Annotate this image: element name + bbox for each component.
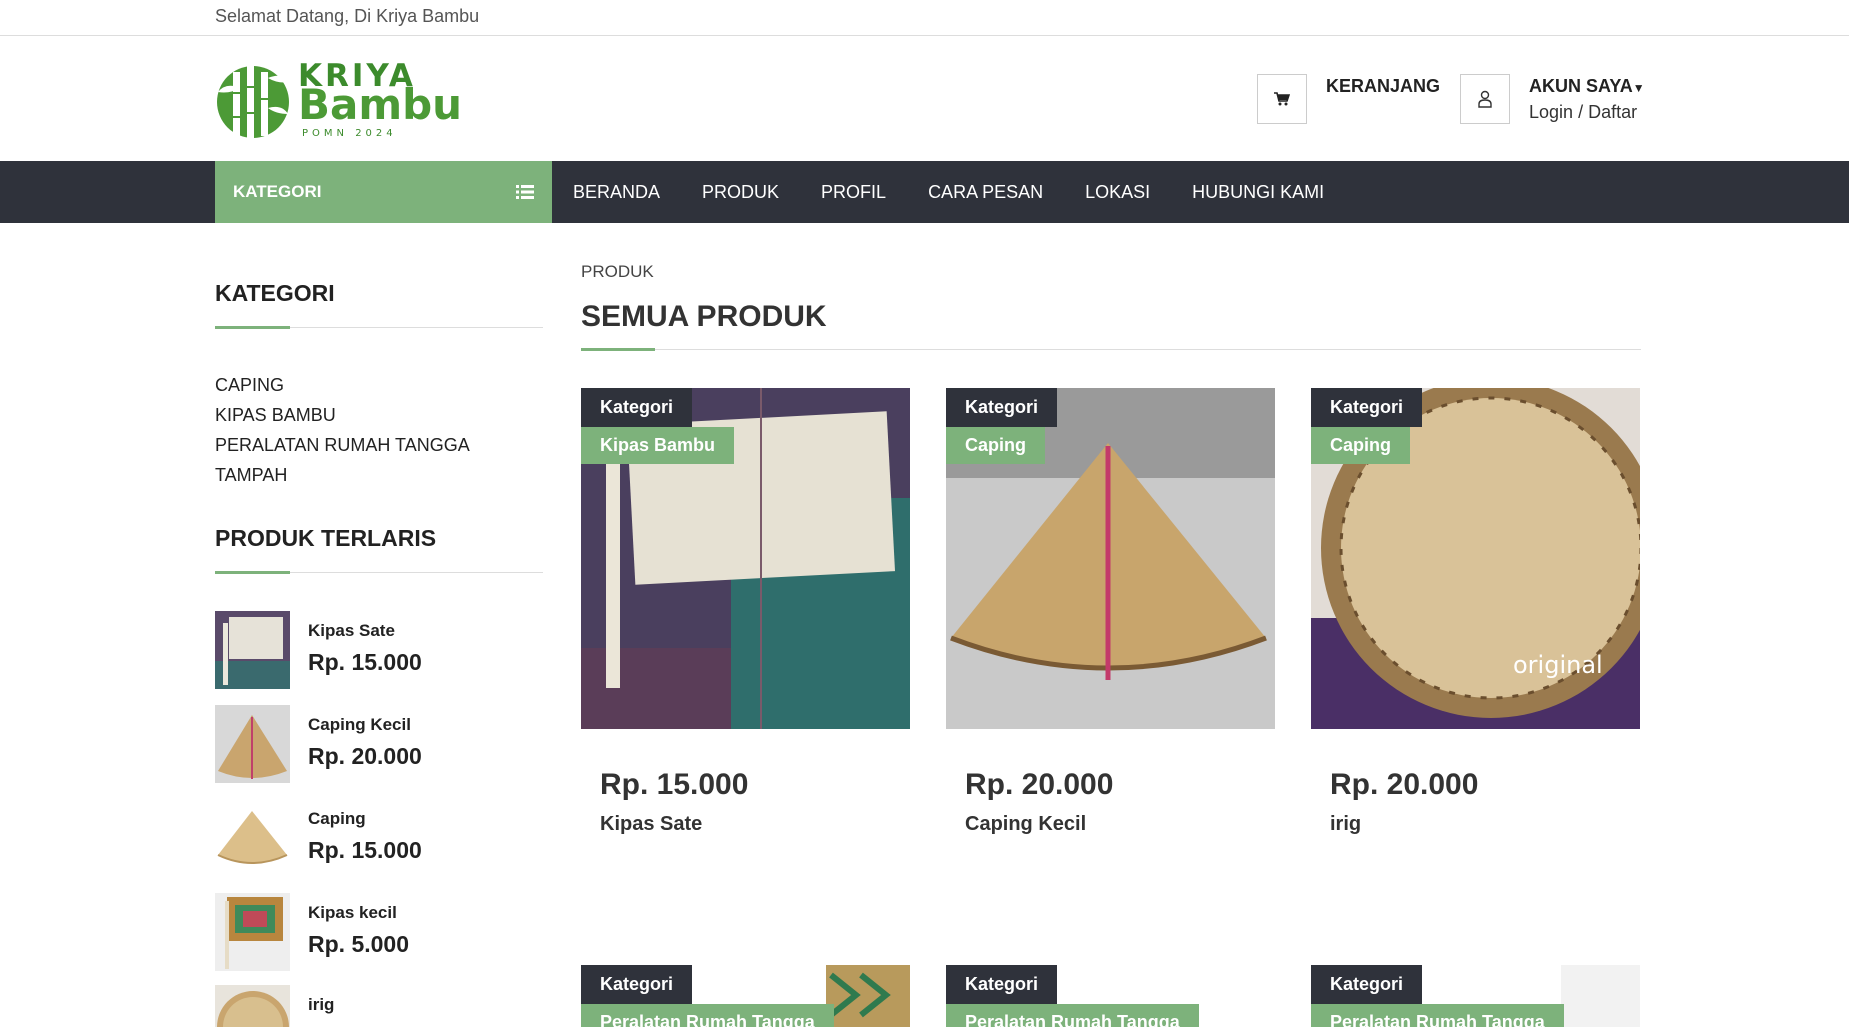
nav-item-lokasi[interactable]: LOKASI bbox=[1064, 182, 1171, 203]
product-tag-kategori: Kategori bbox=[581, 388, 693, 427]
nav-item-produk[interactable]: PRODUK bbox=[681, 182, 800, 203]
account-label: AKUN SAYA bbox=[1529, 76, 1633, 96]
bestseller-item[interactable]: Kipas Sate Rp. 15.000 bbox=[215, 611, 545, 689]
product-tag-kategori: Kategori bbox=[1311, 388, 1423, 427]
product-card[interactable]: Kategori Peralatan Rumah Tangga bbox=[581, 965, 910, 1027]
category-item-kipas-bambu[interactable]: KIPAS BAMBU bbox=[215, 400, 470, 430]
product-price: Rp. 20.000 bbox=[965, 768, 1114, 801]
sidebar-bestseller-divider bbox=[215, 571, 543, 574]
logo-text-pomn: POMN 2024 bbox=[302, 128, 397, 139]
product-name[interactable]: Kipas Sate bbox=[600, 813, 702, 836]
header: KRIYA Bambu POMN 2024 KERANJANG AKUN SAY… bbox=[0, 36, 1849, 161]
product-card[interactable]: Kategori Peralatan Rumah Tangga bbox=[946, 965, 1275, 1027]
caping-kecil-image bbox=[215, 705, 290, 783]
bestseller-item[interactable]: Caping Kecil Rp. 20.000 bbox=[215, 705, 545, 783]
product-tag-kategori: Kategori bbox=[946, 965, 1058, 1004]
nav-item-profil[interactable]: PROFIL bbox=[800, 182, 907, 203]
bestseller-price: Rp. 15.000 bbox=[308, 837, 422, 863]
bestseller-name[interactable]: irig bbox=[308, 995, 334, 1015]
product-price: Rp. 15.000 bbox=[600, 768, 749, 801]
product-category-badge[interactable]: Peralatan Rumah Tangga bbox=[1311, 1004, 1564, 1027]
nav-item-hubungi-kami[interactable]: HUBUNGI KAMI bbox=[1171, 182, 1345, 203]
top-bar: Selamat Datang, Di Kriya Bambu bbox=[0, 0, 1849, 36]
cart-button[interactable] bbox=[1257, 74, 1307, 124]
nav-menu: BERANDA PRODUK PROFIL CARA PESAN LOKASI … bbox=[552, 161, 1345, 223]
account-menu[interactable]: AKUN SAYA▼ bbox=[1529, 76, 1645, 97]
caping-image bbox=[215, 799, 290, 877]
welcome-text: Selamat Datang, Di Kriya Bambu bbox=[215, 6, 480, 26]
bestseller-name[interactable]: Kipas Sate bbox=[308, 621, 395, 641]
bestseller-price: Rp. 15.000 bbox=[308, 649, 422, 675]
sidebar-bestseller-title: PRODUK TERLARIS bbox=[215, 525, 437, 551]
cart-label[interactable]: KERANJANG bbox=[1326, 76, 1440, 97]
kipas-kecil-image bbox=[215, 893, 290, 971]
kipas-sate-image bbox=[215, 611, 290, 689]
login-link[interactable]: Login bbox=[1529, 102, 1573, 122]
product-thumbnail[interactable] bbox=[215, 985, 290, 1027]
product-tag-kategori: Kategori bbox=[581, 965, 693, 1004]
cart-icon bbox=[1274, 92, 1290, 106]
link-separator: / bbox=[1578, 102, 1584, 122]
bestseller-price: Rp. 20.000 bbox=[308, 743, 422, 769]
product-name[interactable]: Caping Kecil bbox=[965, 813, 1086, 836]
product-card[interactable]: Kategori Kipas Bambu Rp. 15.000 Kipas Sa… bbox=[581, 388, 910, 848]
register-link[interactable]: Daftar bbox=[1588, 102, 1637, 122]
product-price: Rp. 20.000 bbox=[1330, 768, 1479, 801]
irig-image bbox=[215, 985, 290, 1027]
sidebar-category-title: KATEGORI bbox=[215, 280, 335, 306]
product-tag-kategori: Kategori bbox=[946, 388, 1058, 427]
product-thumbnail[interactable] bbox=[215, 705, 290, 783]
user-icon bbox=[1478, 90, 1492, 108]
logo-text-bambu: Bambu bbox=[298, 80, 463, 129]
product-card[interactable]: Kategori Peralatan Rumah Tangga bbox=[1311, 965, 1640, 1027]
auth-links: Login / Daftar bbox=[1529, 102, 1637, 123]
product-card[interactable]: original Kategori Caping Rp. 20.000 irig bbox=[1311, 388, 1640, 848]
account-button[interactable] bbox=[1460, 74, 1510, 124]
category-item-tampah[interactable]: TAMPAH bbox=[215, 460, 470, 490]
product-category-badge[interactable]: Peralatan Rumah Tangga bbox=[946, 1004, 1199, 1027]
product-category-badge[interactable]: Caping bbox=[1311, 427, 1410, 464]
sidebar-category-divider bbox=[215, 326, 543, 329]
bestseller-item[interactable]: irig bbox=[215, 985, 545, 1027]
category-item-peralatan-rumah-tangga[interactable]: PERALATAN RUMAH TANGGA bbox=[215, 430, 470, 460]
page-title: SEMUA PRODUK bbox=[581, 300, 827, 333]
bestseller-name[interactable]: Caping Kecil bbox=[308, 715, 411, 735]
category-menu-button[interactable]: KATEGORI bbox=[215, 161, 552, 223]
breadcrumb[interactable]: PRODUK bbox=[581, 262, 654, 282]
product-thumbnail[interactable] bbox=[215, 799, 290, 877]
bestseller-name[interactable]: Caping bbox=[308, 809, 366, 829]
product-category-badge[interactable]: Caping bbox=[946, 427, 1045, 464]
product-tag-kategori: Kategori bbox=[1311, 965, 1423, 1004]
nav-item-cara-pesan[interactable]: CARA PESAN bbox=[907, 182, 1064, 203]
product-thumbnail[interactable] bbox=[215, 893, 290, 971]
product-category-badge[interactable]: Kipas Bambu bbox=[581, 427, 735, 464]
nav-item-beranda[interactable]: BERANDA bbox=[552, 182, 681, 203]
bestseller-price: Rp. 5.000 bbox=[308, 931, 409, 957]
title-divider bbox=[581, 348, 1641, 351]
category-button-label: KATEGORI bbox=[233, 182, 322, 201]
product-category-badge[interactable]: Peralatan Rumah Tangga bbox=[581, 1004, 834, 1027]
watermark-text: original bbox=[1513, 651, 1603, 679]
product-name[interactable]: irig bbox=[1330, 813, 1361, 836]
product-thumbnail[interactable] bbox=[215, 611, 290, 689]
site-logo[interactable]: KRIYA Bambu POMN 2024 bbox=[215, 58, 475, 142]
bamboo-logo-icon bbox=[217, 66, 290, 138]
main-navbar: KATEGORI BERANDA PRODUK PROFIL CARA PESA… bbox=[0, 161, 1849, 223]
bestseller-item[interactable]: Kipas kecil Rp. 5.000 bbox=[215, 893, 545, 971]
bestseller-item[interactable]: Caping Rp. 15.000 bbox=[215, 799, 545, 877]
list-icon bbox=[516, 185, 534, 199]
category-item-caping[interactable]: CAPING bbox=[215, 370, 470, 400]
bestseller-name[interactable]: Kipas kecil bbox=[308, 903, 397, 923]
product-card[interactable]: Kategori Caping Rp. 20.000 Caping Kecil bbox=[946, 388, 1275, 848]
caret-down-icon: ▼ bbox=[1632, 81, 1645, 95]
category-list: CAPING KIPAS BAMBU PERALATAN RUMAH TANGG… bbox=[215, 370, 470, 490]
